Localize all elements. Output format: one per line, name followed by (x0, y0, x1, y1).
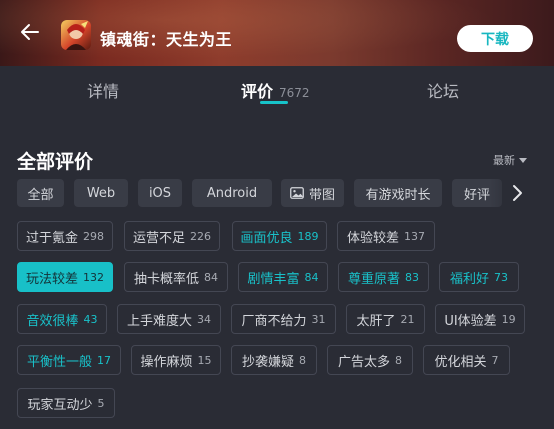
tab-details-label: 详情 (87, 82, 120, 101)
tag-label: 太肝了 (356, 313, 396, 329)
tab-forum-label: 论坛 (427, 82, 460, 101)
section-title: 全部评价 (17, 151, 94, 173)
filter-chip-label: Android (206, 185, 258, 201)
tag-label: 平衡性一般 (26, 354, 92, 370)
tag-count: 132 (83, 270, 104, 284)
tag-label: 厂商不给力 (241, 313, 307, 329)
review-tag[interactable]: 体验较差 137 (337, 221, 435, 251)
tag-label: 过于氪金 (25, 230, 78, 246)
tag-count: 84 (304, 270, 319, 284)
tab-forum[interactable]: 论坛 (427, 78, 459, 102)
review-tag[interactable]: 操作麻烦 15 (131, 345, 221, 375)
tag-label: 音效很棒 (26, 313, 79, 329)
filter-chip-row: 全部 Web iOS Android 带图 有游戏时长 好评 (17, 179, 537, 207)
tag-count: 15 (197, 353, 212, 367)
tag-count: 8 (395, 353, 402, 367)
review-tag[interactable]: 平衡性一般 17 (17, 345, 121, 375)
filter-chip-label: 有游戏时长 (365, 187, 431, 203)
review-tag[interactable]: 音效很棒 43 (17, 304, 107, 334)
review-tag[interactable]: 画面优良 189 (232, 221, 327, 251)
tag-label: 上手难度大 (126, 313, 192, 329)
tag-count: 19 (501, 312, 516, 326)
filter-chip-playtime[interactable]: 有游戏时长 (354, 179, 442, 207)
filter-chip-label: iOS (148, 185, 172, 201)
tag-label: 玩家互动少 (27, 397, 93, 413)
sort-label: 最新 (493, 154, 515, 167)
game-app-icon (61, 20, 91, 50)
scroll-right-button[interactable] (511, 184, 525, 202)
tag-count: 31 (311, 312, 326, 326)
back-button[interactable] (18, 20, 42, 44)
filter-chip-with-images[interactable]: 带图 (281, 179, 344, 207)
tag-count: 298 (83, 229, 104, 243)
tag-label: 抄袭嫌疑 (241, 354, 294, 370)
review-count: 7672 (279, 86, 310, 100)
tag-count: 17 (97, 353, 111, 367)
tag-label: 剧情丰富 (247, 271, 300, 287)
tab-bar: 详情 评价 7672 论坛 (0, 66, 554, 114)
tag-label: 尊重原著 (347, 271, 400, 287)
image-icon (290, 187, 304, 199)
review-tag[interactable]: 抽卡概率低 84 (124, 262, 228, 292)
filter-chip-label: 全部 (27, 187, 54, 203)
filter-chip-all[interactable]: 全部 (17, 179, 64, 207)
review-tag[interactable]: 广告太多 8 (327, 345, 413, 375)
tag-count: 84 (204, 270, 218, 284)
tag-label: 画面优良 (240, 230, 293, 246)
tag-label: 抽卡概率低 (133, 271, 199, 287)
filter-chip-label: 带图 (308, 187, 335, 203)
tag-count: 73 (494, 270, 508, 284)
arrow-left-icon (21, 24, 39, 40)
tag-count: 5 (97, 396, 105, 410)
tab-reviews-label: 评价 (241, 82, 274, 101)
review-tag[interactable]: 福利好 73 (439, 262, 519, 292)
filter-chip-label: Web (86, 185, 116, 201)
game-title: 镇魂街：天生为王 (100, 30, 233, 49)
tag-count: 8 (299, 353, 306, 367)
review-tag[interactable]: 抄袭嫌疑 8 (231, 345, 317, 375)
tag-count: 34 (197, 312, 211, 326)
app-header: 镇魂街：天生为王 下载 (0, 0, 554, 66)
tag-label: 福利好 (449, 271, 489, 287)
filter-chip-ios[interactable]: iOS (138, 179, 182, 207)
filter-chip-web[interactable]: Web (74, 179, 128, 207)
download-button[interactable]: 下载 (457, 25, 533, 52)
tag-label: 广告太多 (337, 354, 390, 370)
review-tag[interactable]: 运营不足 226 (124, 221, 220, 251)
active-tab-indicator (260, 101, 288, 104)
review-tag[interactable]: 尊重原著 83 (338, 262, 429, 292)
review-tag[interactable]: 剧情丰富 84 (238, 262, 328, 292)
review-tag[interactable]: 优化相关 7 (423, 345, 510, 375)
review-tag[interactable]: 厂商不给力 31 (231, 304, 336, 334)
filter-chip-label: 好评 (463, 187, 490, 203)
review-tag-selected[interactable]: 玩法较差 132 (17, 262, 113, 292)
tag-count: 137 (404, 229, 425, 243)
tag-count: 83 (405, 270, 419, 284)
tag-label: 体验较差 (346, 230, 399, 246)
sort-dropdown[interactable]: 最新 (493, 152, 527, 168)
tab-reviews[interactable]: 评价 7672 (241, 78, 310, 102)
tag-count: 7 (491, 353, 499, 367)
tag-label: UI体验差 (444, 313, 497, 329)
tab-details[interactable]: 详情 (87, 78, 119, 102)
tag-label: 操作麻烦 (140, 354, 193, 370)
tag-count: 189 (297, 229, 319, 243)
tag-label: 优化相关 (434, 354, 487, 370)
review-tag[interactable]: 太肝了 21 (346, 304, 425, 334)
chevron-right-icon (513, 185, 522, 201)
tag-count: 21 (400, 312, 415, 326)
review-tag[interactable]: 上手难度大 34 (117, 304, 221, 334)
tag-label: 运营不足 (132, 230, 185, 246)
tag-count: 226 (190, 229, 211, 243)
tag-count: 43 (83, 312, 98, 326)
caret-down-icon (519, 157, 527, 163)
tag-label: 玩法较差 (25, 271, 78, 287)
filter-chip-android[interactable]: Android (192, 179, 272, 207)
review-tag[interactable]: 过于氪金 298 (17, 221, 113, 251)
review-tag[interactable]: 玩家互动少 5 (17, 388, 115, 418)
review-tag[interactable]: UI体验差 19 (435, 304, 525, 334)
